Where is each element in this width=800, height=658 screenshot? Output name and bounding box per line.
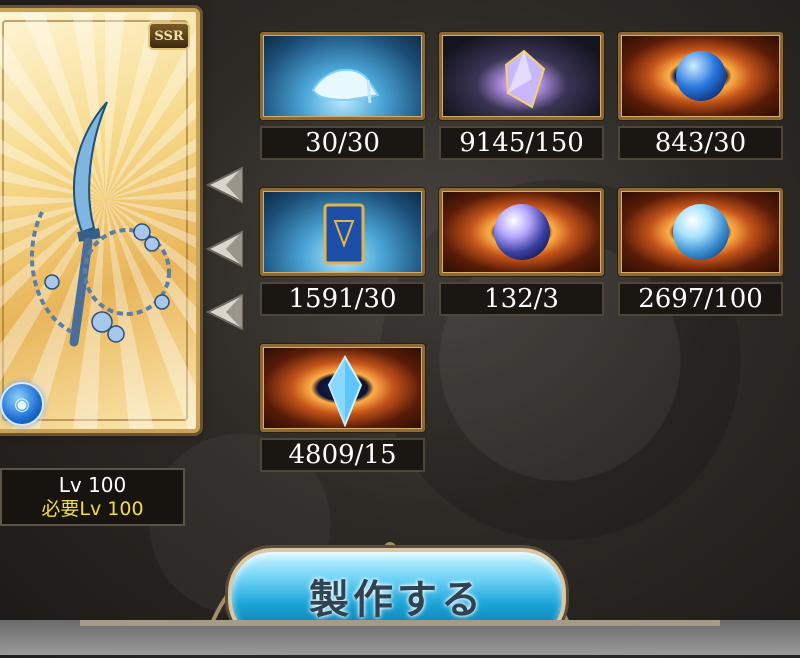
water-element-icon: ◉ [0,382,44,426]
material-slot[interactable]: 2697/100 [618,188,783,316]
arrow-left-icon [206,166,243,204]
bottom-frame [0,620,800,655]
required-level-label: 必要Lv 100 [41,498,144,520]
glass-slipper-icon [311,68,380,104]
prism-orb-icon [493,204,550,260]
arrow-left-icon [206,293,243,331]
material-count: 1591/30 [260,282,425,316]
material-count: 843/30 [618,126,783,160]
level-label: Lv 100 [58,473,127,497]
material-thumb [618,188,783,276]
material-count: 2697/100 [618,282,783,316]
material-thumb [260,32,425,120]
material-thumb [439,32,604,120]
rarity-badge: SSR [148,22,190,50]
water-orb-icon [672,204,729,260]
material-slot[interactable]: 30/30 [260,32,425,160]
material-thumb [260,344,425,432]
weapon-level-panel: Lv 100 必要Lv 100 [0,468,185,526]
weapon-dagger-icon [30,101,171,347]
material-thumb [260,188,425,276]
weapon-card[interactable]: SSR ◉ [0,8,200,433]
material-count: 4809/15 [260,438,425,472]
material-count: 30/30 [260,126,425,160]
material-slot[interactable]: 4809/15 [260,344,425,472]
material-count: 132/3 [439,282,604,316]
blue-crystal-icon [327,355,363,427]
arrow-left-icon [206,230,243,268]
material-slot[interactable]: 132/3 [439,188,604,316]
material-thumb [618,32,783,120]
blue-tome-icon [323,203,365,265]
crystal-shard-icon [504,49,546,109]
material-thumb [439,188,604,276]
material-slot[interactable]: 1591/30 [260,188,425,316]
blue-orb-icon [675,51,726,101]
material-slot[interactable]: 843/30 [618,32,783,160]
material-count: 9145/150 [439,126,604,160]
material-slot[interactable]: 9145/150 [439,32,604,160]
